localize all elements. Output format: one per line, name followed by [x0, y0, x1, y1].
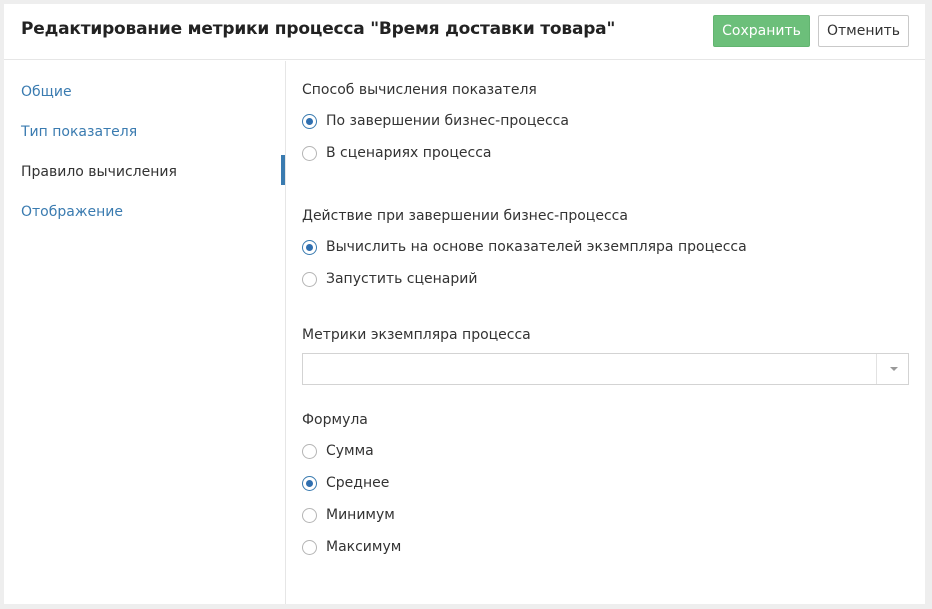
chevron-down-icon[interactable]	[890, 367, 898, 371]
calculation-rule-panel: Способ вычисления показателя По завершен…	[302, 61, 912, 604]
radio-on-process-completion[interactable]: По завершении бизнес-процесса	[302, 112, 569, 130]
radio-checked-icon[interactable]	[302, 113, 317, 129]
cancel-button[interactable]: Отменить	[818, 15, 909, 47]
save-button[interactable]: Сохранить	[713, 15, 810, 47]
sidebar-nav: Общие Тип показателя Правило вычисления …	[4, 61, 286, 604]
radio-label: По завершении бизнес-процесса	[326, 113, 569, 129]
radio-label: В сценариях процесса	[326, 145, 492, 161]
radio-formula-sum[interactable]: Сумма	[302, 442, 374, 460]
formula-label: Формула	[302, 412, 368, 428]
instance-metrics-label: Метрики экземпляра процесса	[302, 327, 531, 343]
radio-label: Максимум	[326, 539, 402, 555]
radio-unchecked-icon[interactable]	[302, 271, 317, 287]
page-title: Редактирование метрики процесса "Время д…	[21, 19, 616, 39]
sidebar-item-general[interactable]: Общие	[21, 84, 72, 100]
radio-formula-average[interactable]: Среднее	[302, 474, 389, 492]
radio-formula-max[interactable]: Максимум	[302, 538, 401, 556]
radio-label: Сумма	[326, 443, 374, 459]
radio-formula-min[interactable]: Минимум	[302, 506, 395, 524]
radio-calculate-from-instance[interactable]: Вычислить на основе показателей экземпля…	[302, 238, 747, 256]
radio-label: Запустить сценарий	[326, 271, 478, 287]
completion-action-label: Действие при завершении бизнес-процесса	[302, 208, 628, 224]
sidebar-item-indicator-type[interactable]: Тип показателя	[21, 124, 137, 140]
sidebar-item-calculation-rule[interactable]: Правило вычисления	[21, 164, 177, 180]
radio-in-process-scenarios[interactable]: В сценариях процесса	[302, 144, 492, 162]
calc-method-label: Способ вычисления показателя	[302, 82, 537, 98]
dialog-header: Редактирование метрики процесса "Время д…	[4, 4, 925, 60]
radio-run-scenario[interactable]: Запустить сценарий	[302, 270, 477, 288]
radio-unchecked-icon[interactable]	[302, 539, 317, 555]
instance-metrics-select[interactable]	[302, 353, 909, 385]
select-divider	[876, 354, 877, 384]
radio-label: Минимум	[326, 507, 395, 523]
sidebar-item-display[interactable]: Отображение	[21, 204, 123, 220]
active-nav-indicator	[281, 155, 285, 185]
radio-unchecked-icon[interactable]	[302, 145, 317, 161]
radio-unchecked-icon[interactable]	[302, 443, 317, 459]
radio-label: Вычислить на основе показателей экземпля…	[326, 239, 747, 255]
edit-metric-dialog: Редактирование метрики процесса "Время д…	[4, 4, 925, 604]
radio-label: Среднее	[326, 475, 390, 491]
radio-checked-icon[interactable]	[302, 475, 317, 491]
radio-checked-icon[interactable]	[302, 239, 317, 255]
radio-unchecked-icon[interactable]	[302, 507, 317, 523]
